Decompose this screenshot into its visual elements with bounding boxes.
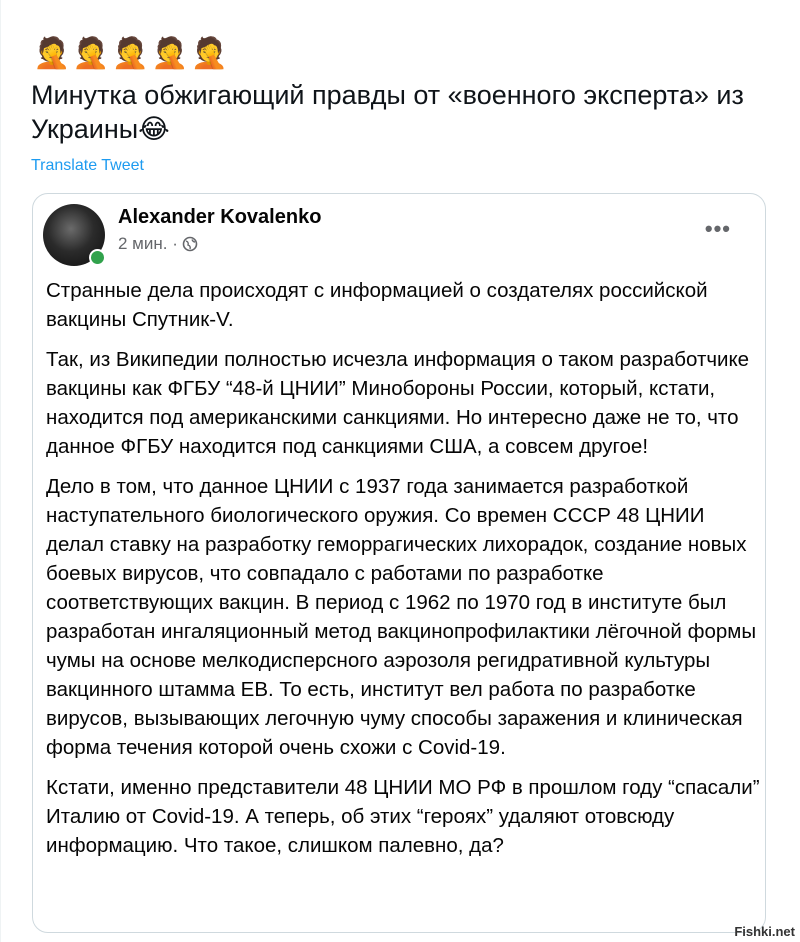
facepalm-icon: 🤦 [33, 37, 71, 70]
post-paragraph: Так, из Википедии полностью исчезла инфо… [46, 348, 750, 458]
embedded-post-card[interactable]: Alexander Kovalenko 2 мин. · ••• Странны… [32, 193, 766, 933]
post-meta: 2 мин. · [118, 234, 198, 254]
facepalm-icon: 🤦 [111, 37, 150, 70]
more-options-icon[interactable]: ••• [705, 216, 731, 242]
facepalm-icon: 🤦 [190, 37, 228, 70]
author-name[interactable]: Alexander Kovalenko [118, 206, 321, 229]
tweet-text: Минутка обжигающий правды от «военного э… [31, 80, 744, 144]
globe-icon [182, 236, 198, 252]
facepalm-icon: 🤦 [72, 37, 110, 70]
post-body: Странные дела происходят с информацией о… [46, 276, 762, 871]
watermark: Fishki.net [734, 924, 795, 939]
post-paragraph: Кстати, именно представители 48 ЦНИИ МО … [46, 776, 760, 857]
facepalm-emoji-row: 🤦 🤦 🤦 🤦 🤦 [33, 34, 228, 74]
facepalm-icon: 🤦 [151, 37, 189, 70]
post-paragraph: Дело в том, что данное ЦНИИ с 1937 года … [46, 475, 757, 759]
online-status-dot [89, 249, 106, 266]
tweet: 🤦 🤦 🤦 🤦 🤦 Минутка обжигающий правды от «… [0, 0, 800, 942]
translate-tweet-link[interactable]: Translate Tweet [31, 157, 144, 175]
post-paragraph: Странные дела происходят с информацией о… [46, 279, 708, 331]
post-time[interactable]: 2 мин. · [118, 234, 178, 254]
